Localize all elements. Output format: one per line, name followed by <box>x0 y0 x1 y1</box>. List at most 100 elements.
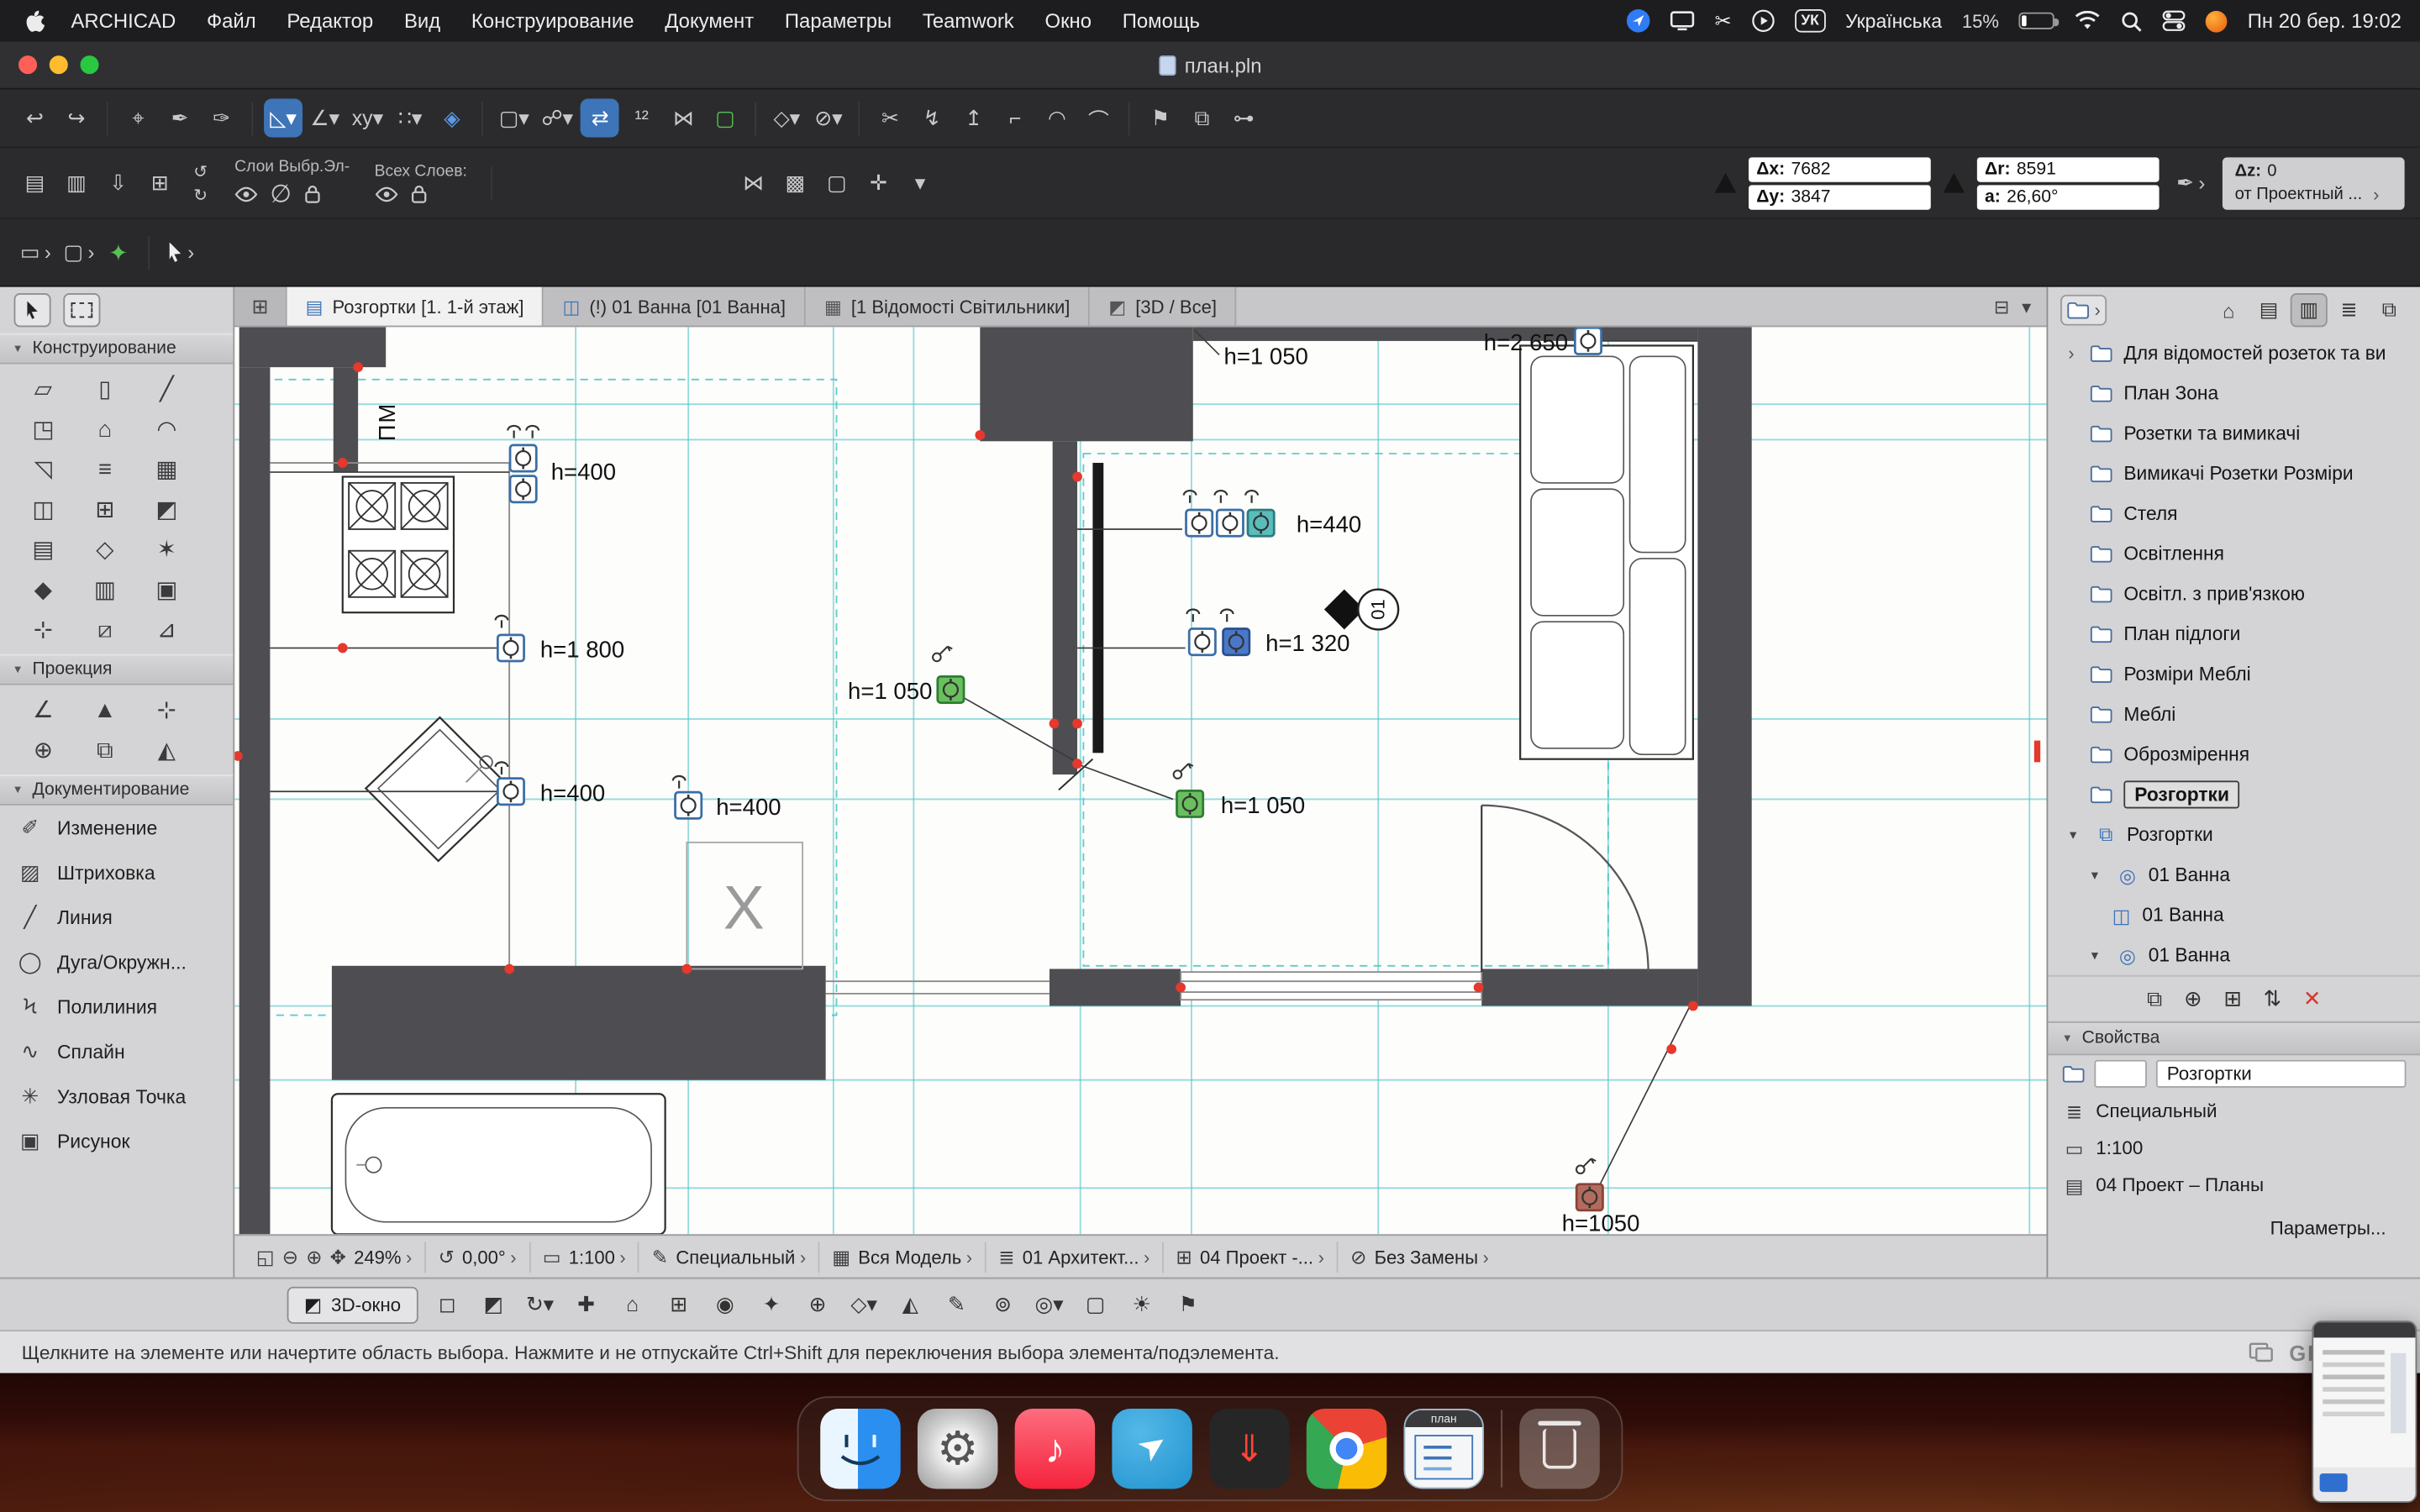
3d-toolbar-icon[interactable]: ☀ <box>1123 1286 1160 1323</box>
lock-icon[interactable] <box>304 184 321 204</box>
toolbar-icon[interactable]: ⊞ <box>140 164 179 202</box>
design-tool-icon[interactable]: ▤ <box>13 529 74 570</box>
toolbar-icon[interactable]: ⊘▾ <box>809 99 848 138</box>
toolbar-icon[interactable]: ☍▾ <box>537 99 578 138</box>
relative-toggle-icon[interactable] <box>1943 173 1965 193</box>
parameters-button[interactable]: Параметры... <box>2254 1213 2402 1244</box>
navigator-mode-icon[interactable]: ▥ <box>2291 293 2328 327</box>
documentation-tool[interactable]: ▣ Рисунок <box>0 1119 233 1163</box>
toolbar-icon[interactable]: ⊶ <box>1224 99 1263 138</box>
toolbar-icon[interactable]: ⚑ <box>1141 99 1180 138</box>
toolbar-icon[interactable]: ✂ <box>871 99 909 138</box>
navigator-item[interactable]: План підлоги <box>2048 614 2420 654</box>
lock-icon[interactable] <box>410 184 427 204</box>
properties-section-header[interactable]: Свойства <box>2048 1021 2420 1055</box>
scale-control[interactable]: ▭ 1:100 <box>530 1242 639 1273</box>
design-tool-icon[interactable]: ⌂ <box>74 409 135 449</box>
wifi-icon[interactable] <box>2075 11 2101 31</box>
3d-toolbar-icon[interactable]: ◎▾ <box>1031 1286 1068 1323</box>
location-icon[interactable] <box>1627 9 1650 33</box>
menu-item[interactable]: Редактор <box>271 9 389 33</box>
toolbar-icon[interactable]: ◈ <box>433 99 471 138</box>
dock-icon-trash[interactable] <box>1519 1409 1600 1489</box>
3d-toolbar-icon[interactable]: ⚑ <box>1170 1286 1207 1323</box>
spotlight-search-icon[interactable] <box>2121 10 2143 32</box>
design-tool-icon[interactable]: ⊿ <box>136 610 197 650</box>
design-tool-icon[interactable]: ⧄ <box>74 610 135 650</box>
toolbar-icon[interactable]: ▢ <box>818 164 856 202</box>
navigator-item[interactable]: Для відомостей розеток та ви <box>2048 333 2420 374</box>
kitchen-fixtures[interactable] <box>270 463 512 966</box>
property-layout-row[interactable]: ▤ 04 Проект – Планы <box>2048 1167 2420 1204</box>
design-tool-icon[interactable]: ✶ <box>136 529 197 570</box>
toolbar-icon[interactable]: ▥ <box>57 164 96 202</box>
design-tool-icon[interactable]: ▱ <box>13 369 74 409</box>
projection-tool-icon[interactable]: ▲ <box>74 690 135 730</box>
property-name-field[interactable]: Розгортки <box>2156 1060 2407 1088</box>
caret-icon[interactable]: ▾ <box>2070 827 2085 843</box>
zoom-in-icon[interactable]: ⊕ <box>306 1245 322 1268</box>
projection-tool-icon[interactable]: ∠ <box>13 690 74 730</box>
toolbar-icon[interactable]: ⋈ <box>664 99 702 138</box>
navigator-item[interactable]: Розміри Меблі <box>2048 654 2420 695</box>
3d-toolbar-icon[interactable]: ✦ <box>753 1286 790 1323</box>
design-tool-icon[interactable]: ╱ <box>136 369 197 409</box>
tree-item-vanna3[interactable]: ▾ ◎ 01 Ванна <box>2048 935 2420 975</box>
section-projection[interactable]: Проекция <box>0 654 233 685</box>
3d-toolbar-icon[interactable]: ⊞ <box>660 1286 697 1323</box>
spiral-tool-icon[interactable]: ✦ <box>99 233 138 271</box>
angle-input[interactable]: a:26,60° <box>1977 184 2160 208</box>
3d-toolbar-icon[interactable]: ↻▾ <box>521 1286 558 1323</box>
navigator-mode-icon[interactable]: ⌂ <box>2210 293 2247 327</box>
structure-display-control[interactable]: ▦ Вся Модель <box>820 1242 986 1273</box>
navigator-action-icon[interactable]: ⧉ <box>2147 986 2162 1012</box>
toolbar-icon[interactable]: ▤ <box>15 164 54 202</box>
property-id-field[interactable] <box>2094 1060 2146 1088</box>
scissors-icon[interactable]: ✂ <box>1715 8 1732 33</box>
documentation-tool[interactable]: ▨ Штриховка <box>0 850 233 895</box>
sofa-furniture[interactable] <box>1520 345 1693 759</box>
navigator-item[interactable]: Розгортки <box>2048 774 2420 815</box>
3d-window-button[interactable]: ◩ 3D-окно <box>287 1286 418 1323</box>
design-tool-icon[interactable]: ◹ <box>13 449 74 489</box>
projection-tool-icon[interactable]: ⧉ <box>74 730 135 770</box>
section-design[interactable]: Конструирование <box>0 333 233 365</box>
dock-icon-chrome[interactable] <box>1307 1409 1387 1489</box>
dock-icon-telegram[interactable]: ➤ <box>1112 1409 1192 1489</box>
toolbar-icon[interactable]: ↯ <box>913 99 951 138</box>
documentation-tool[interactable]: ◯ Дуга/Окружн... <box>0 940 233 984</box>
toolbar-icon[interactable]: ⌐ <box>996 99 1034 138</box>
placeholder-box[interactable]: X <box>687 843 802 969</box>
menu-item[interactable]: Документ <box>650 9 770 33</box>
design-tool-icon[interactable]: ◫ <box>13 489 74 529</box>
design-tool-icon[interactable]: ◆ <box>13 570 74 610</box>
tree-item-vanna1[interactable]: ▾ ◎ 01 Ванна <box>2048 855 2420 895</box>
toolbar-icon[interactable]: ↥ <box>955 99 993 138</box>
tab-3d[interactable]: ◩ [3D / Все] <box>1090 287 1237 326</box>
toolbar-icon[interactable]: ◇▾ <box>767 99 806 138</box>
pen-set-control[interactable]: ✎ Специальный <box>639 1242 819 1273</box>
bathtub[interactable] <box>332 1094 666 1234</box>
input-language-name[interactable]: Українська <box>1845 10 1942 32</box>
fit-in-window-icon[interactable]: ◱ <box>256 1245 275 1268</box>
toolbar-icon[interactable]: ✑ <box>203 99 241 138</box>
navigator-action-icon[interactable]: ✕ <box>2303 986 2322 1012</box>
zoom-window-button[interactable] <box>81 55 99 74</box>
window-titlebar[interactable]: план.pln <box>0 42 2420 90</box>
toolbar-icon[interactable]: ⋈ <box>734 164 773 202</box>
tab-schedule[interactable]: ▦ [1 Відомості Світильники] <box>806 287 1090 326</box>
property-pen-row[interactable]: ≣ Специальный <box>2048 1092 2420 1129</box>
dz-panel[interactable]: Δz:0 от Проектный ... <box>2223 156 2405 208</box>
toolbar-icon[interactable]: ◺▾ <box>264 99 302 138</box>
dy-input[interactable]: Δy:3847 <box>1749 184 1931 208</box>
menu-item[interactable]: Файл <box>192 9 271 33</box>
eye-icon[interactable] <box>234 186 258 201</box>
menubar-clock[interactable]: Пн 20 бер. 19:02 <box>2248 9 2402 33</box>
design-tool-icon[interactable]: ◳ <box>13 409 74 449</box>
tab-overview-button[interactable]: ⊞ <box>234 287 287 326</box>
floor-plan-canvas[interactable]: X <box>234 327 2046 1234</box>
navigator-item[interactable]: Вимикачі Розетки Розміри <box>2048 454 2420 494</box>
navigator-collapse-button[interactable] <box>2060 295 2107 326</box>
navigator-mode-icon[interactable]: ≣ <box>2330 293 2367 327</box>
menu-item[interactable]: Окно <box>1029 9 1107 33</box>
